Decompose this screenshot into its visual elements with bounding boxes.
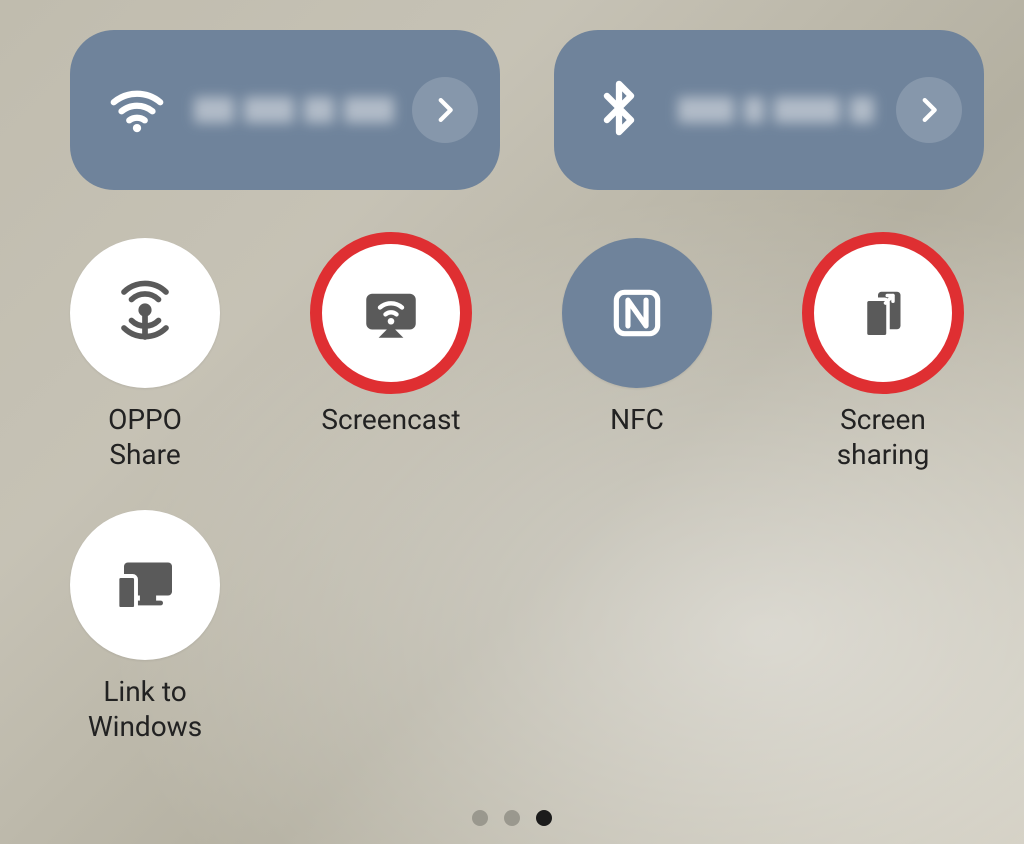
screen-sharing-tile[interactable]: Screensharing [808,238,958,472]
wifi-ssid-redacted [194,97,400,123]
bluetooth-icon [590,79,652,141]
wifi-icon [106,79,168,141]
bluetooth-details-button[interactable] [896,77,962,143]
broadcast-icon [109,277,181,349]
oppo-share-tile[interactable]: OPPO Share [70,238,220,472]
screencast-icon [358,280,424,346]
oppo-share-label: OPPO Share [70,402,220,472]
quick-settings-panel: OPPO Share Screencast [0,0,1024,844]
screen-sharing-icon [853,283,913,343]
screen-sharing-label: Screensharing [837,402,930,472]
nfc-tile[interactable]: NFC [562,238,712,472]
wifi-details-button[interactable] [412,77,478,143]
link-to-windows-icon [109,549,181,621]
screencast-tile[interactable]: Screencast [316,238,466,472]
bluetooth-device-redacted [678,97,884,123]
nfc-label: NFC [610,402,664,437]
page-indicator [472,810,552,826]
screencast-label: Screencast [321,402,460,437]
link-to-windows-tile[interactable]: Link toWindows [70,510,220,744]
link-to-windows-label: Link toWindows [88,674,202,744]
bluetooth-tile[interactable] [554,30,984,190]
nfc-icon [606,282,668,344]
wifi-tile[interactable] [70,30,500,190]
